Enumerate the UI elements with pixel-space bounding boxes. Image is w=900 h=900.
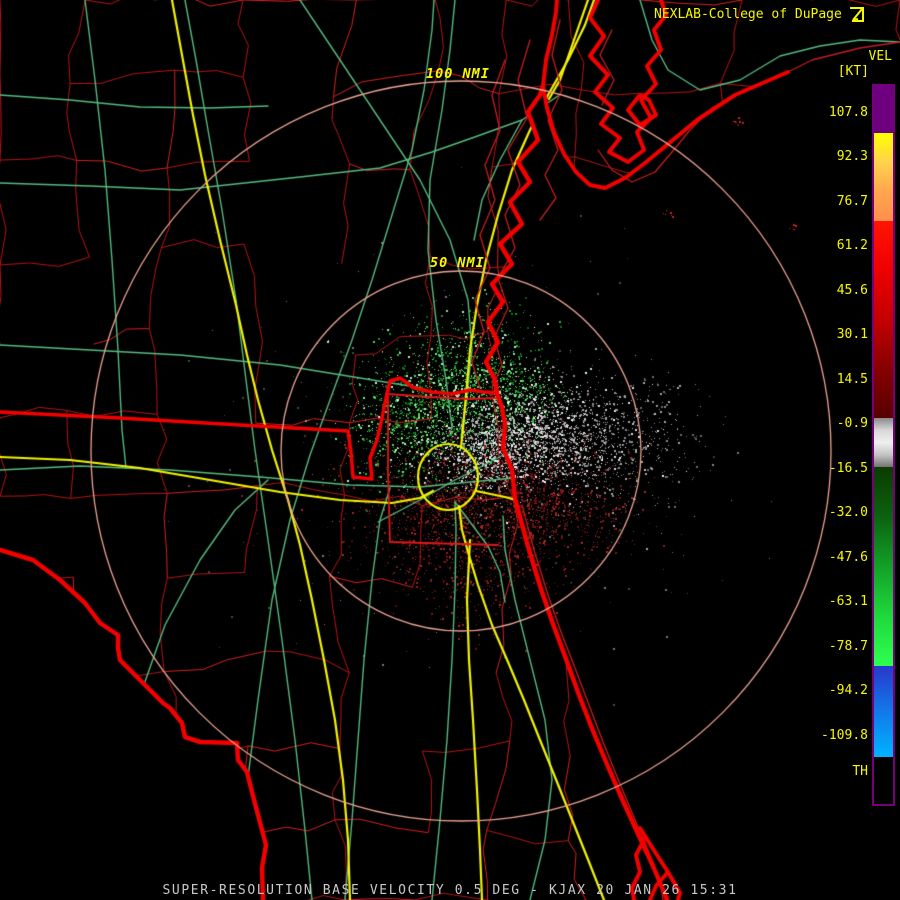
- colorbar-tick: 61.2: [836, 238, 868, 253]
- colorbar-tick: 92.3: [836, 149, 868, 164]
- range-ring-label-50nmi: 50 NMI: [430, 255, 485, 271]
- colorbar-segment: [874, 467, 893, 666]
- colorbar-kt-label: [KT]: [837, 64, 869, 79]
- colorbar-segment: [874, 666, 893, 757]
- radar-viewer-screen: NEXLAB-College of DuPage 100 NMI 50 NMI …: [0, 0, 900, 900]
- colorbar-tick: -32.0: [828, 505, 868, 520]
- colorbar-segment: [874, 757, 893, 804]
- cod-logo-icon: [849, 7, 864, 22]
- colorbar-segment: [874, 418, 893, 467]
- velocity-colorbar: [872, 84, 895, 806]
- colorbar-tick: -0.9: [836, 416, 868, 431]
- colorbar-tick: 45.6: [836, 282, 868, 298]
- colorbar-tick: 107.8: [828, 104, 868, 120]
- colorbar-tick: -109.8: [821, 727, 868, 743]
- header: NEXLAB-College of DuPage: [654, 6, 865, 23]
- colorbar-tick: -47.6: [828, 549, 868, 565]
- colorbar-tick: 30.1: [836, 327, 868, 342]
- colorbar-tick: 76.7: [836, 193, 868, 209]
- colorbar-tick: -78.7: [828, 638, 868, 654]
- colorbar-threshold-label: TH: [852, 764, 868, 779]
- colorbar-tick: -94.2: [828, 683, 868, 698]
- colorbar-segment: [874, 133, 893, 221]
- range-ring-label-100nmi: 100 NMI: [426, 66, 490, 82]
- colorbar-segment: [874, 221, 893, 418]
- colorbar-tick: -63.1: [828, 594, 868, 609]
- colorbar-unit-label: VEL: [868, 49, 892, 64]
- header-title: NEXLAB-College of DuPage: [654, 7, 842, 22]
- radar-map-canvas: [0, 0, 900, 900]
- colorbar-tick: 14.5: [836, 371, 868, 387]
- colorbar-segment: [874, 86, 893, 133]
- product-title: SUPER-RESOLUTION BASE VELOCITY 0.5 DEG -…: [162, 883, 738, 898]
- colorbar-tick: -16.5: [828, 460, 868, 476]
